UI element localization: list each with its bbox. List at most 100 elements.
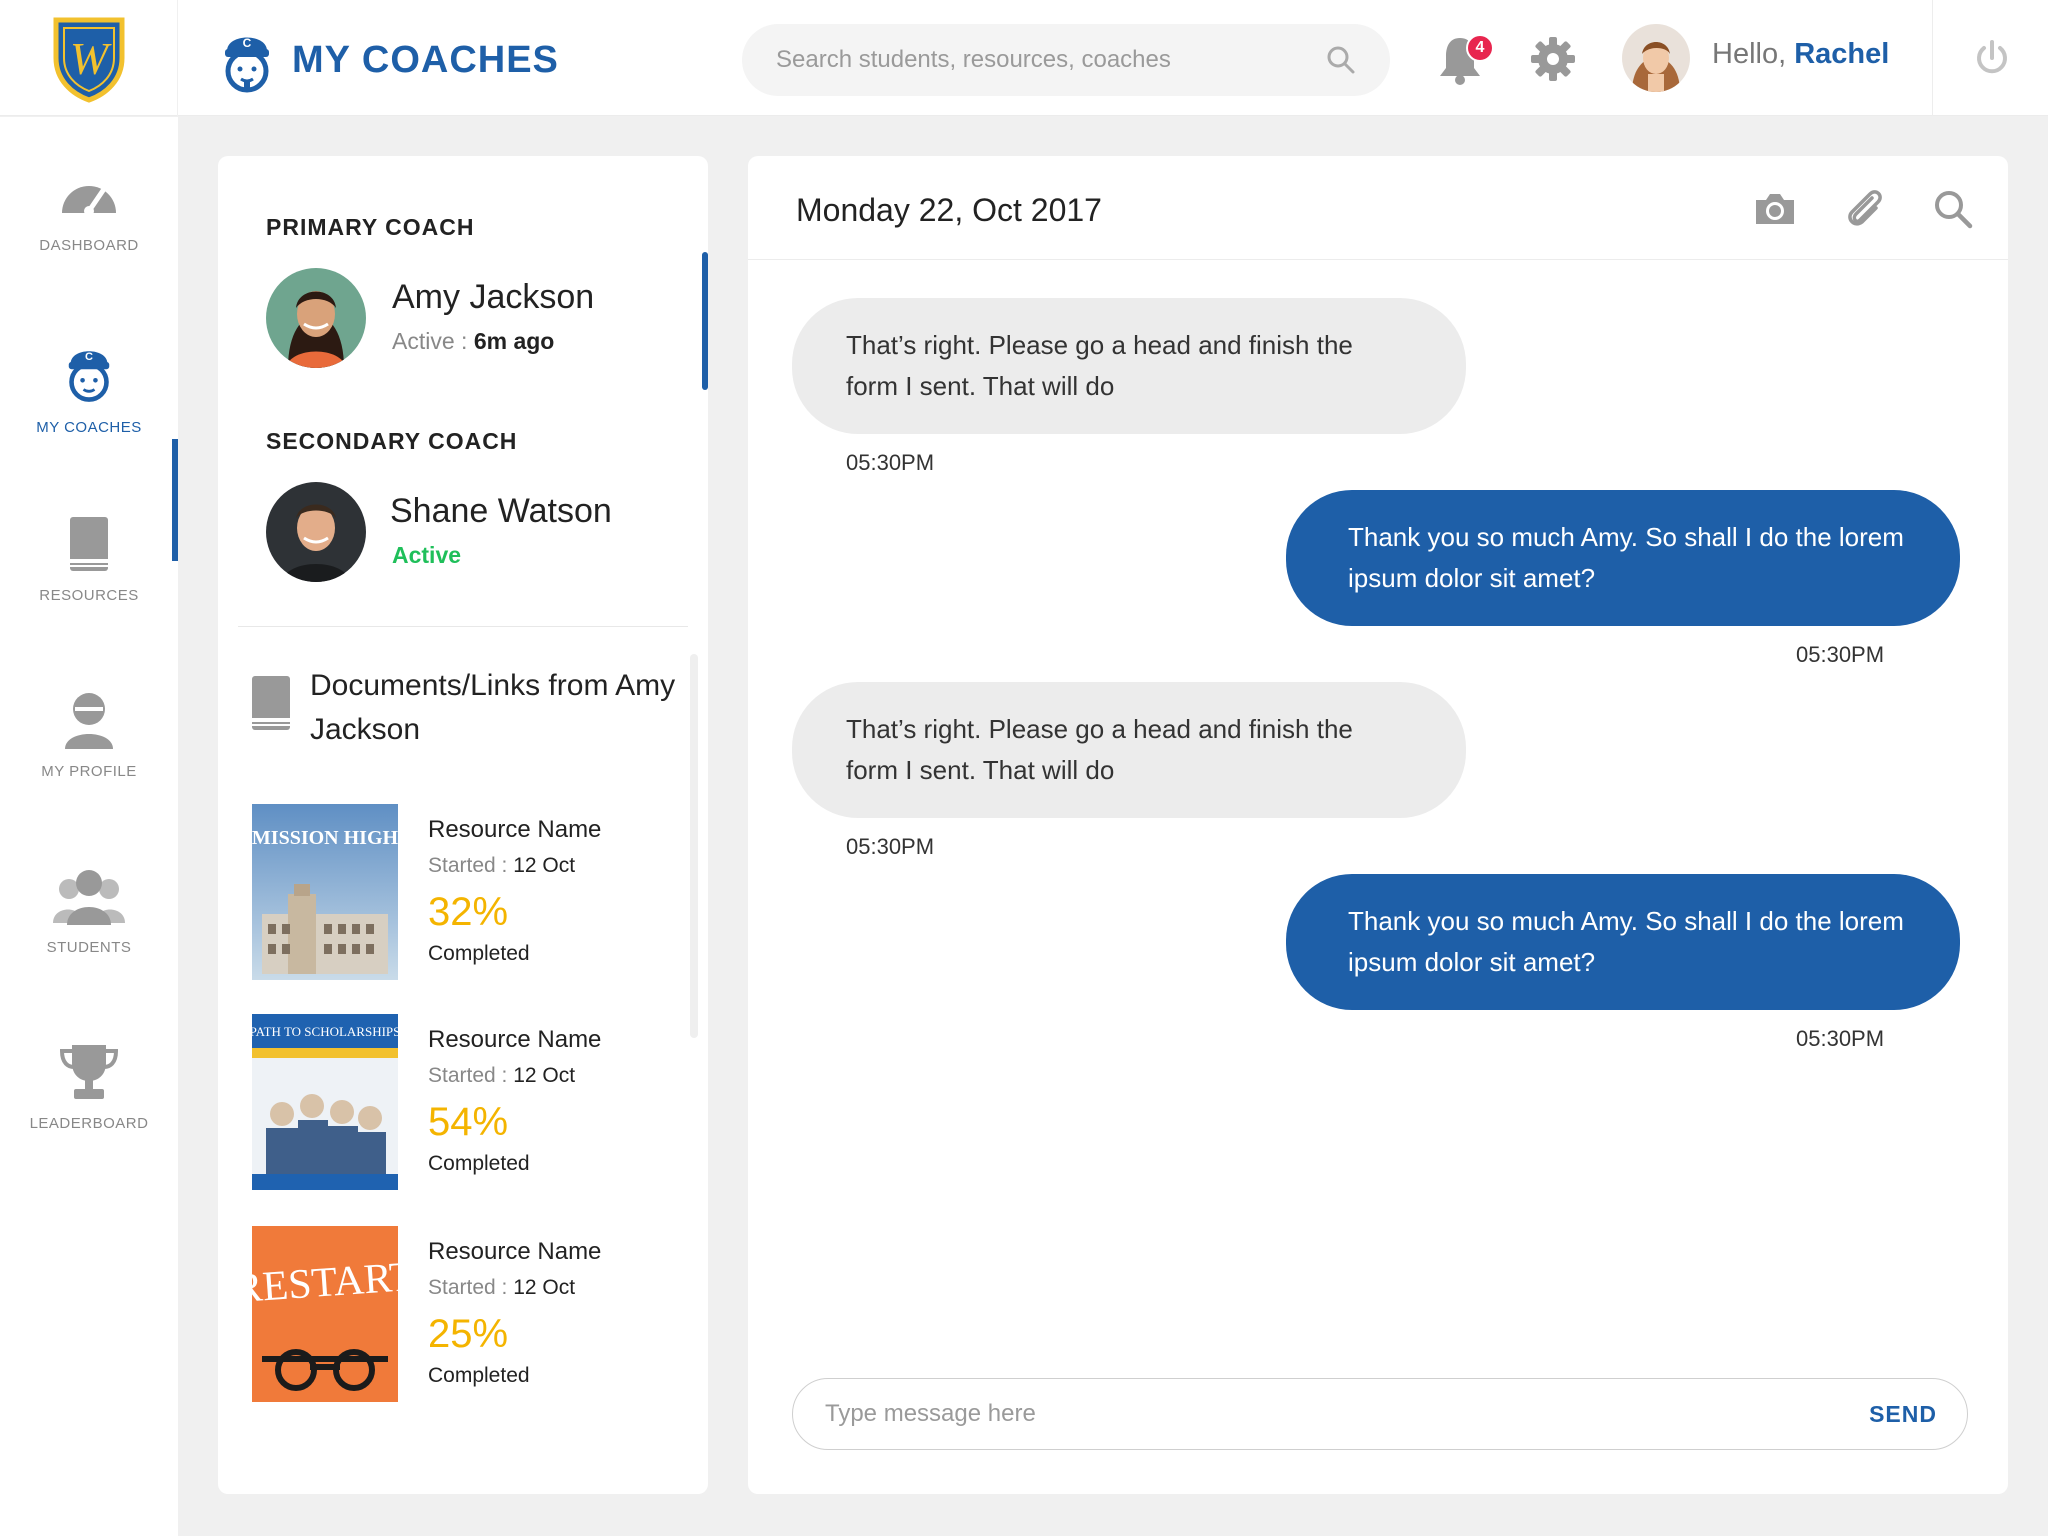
primary-coach-name[interactable]: Amy Jackson bbox=[392, 278, 594, 317]
sidebar-item-label: LEADERBOARD bbox=[29, 1115, 149, 1132]
svg-text:C: C bbox=[85, 351, 93, 363]
secondary-coach-photo bbox=[266, 482, 366, 582]
user-avatar-image bbox=[1622, 24, 1690, 92]
documents-book-icon bbox=[252, 676, 290, 730]
started-date: 12 Oct bbox=[513, 1064, 576, 1087]
svg-text:W: W bbox=[69, 33, 111, 84]
coach-icon: C bbox=[68, 351, 110, 402]
book-cover-image: RESTART bbox=[252, 1226, 398, 1402]
primary-coach-status: Active : 6m ago bbox=[392, 328, 554, 355]
primary-coach-label: PRIMARY COACH bbox=[266, 214, 475, 240]
resource-status: Completed bbox=[428, 1152, 530, 1175]
user-name[interactable]: Rachel bbox=[1794, 38, 1889, 70]
sidebar-active-indicator bbox=[172, 439, 178, 561]
sidebar-item-resources[interactable]: RESOURCES bbox=[0, 505, 178, 645]
resource-cover: RESTART bbox=[252, 1226, 398, 1402]
sidebar-nav: DASHBOARD C MY COACHES RESOURCES MY PROF… bbox=[0, 117, 178, 1536]
book-icon bbox=[70, 517, 108, 571]
message-composer: SEND bbox=[792, 1378, 1968, 1450]
page-header: C MY COACHES bbox=[222, 24, 559, 96]
resource-name[interactable]: Resource Name bbox=[428, 1238, 601, 1266]
message-input[interactable] bbox=[825, 1400, 1870, 1428]
resource-status: Completed bbox=[428, 1364, 530, 1387]
trophy-icon bbox=[59, 1045, 119, 1099]
book-cover-image: MISSION HIGH bbox=[252, 804, 398, 980]
send-button[interactable]: SEND bbox=[1869, 1401, 1937, 1428]
power-logout-icon[interactable] bbox=[1972, 38, 2012, 78]
svg-text:C: C bbox=[243, 36, 252, 50]
notification-badge: 4 bbox=[1466, 34, 1494, 62]
secondary-coach-avatar[interactable] bbox=[266, 482, 366, 582]
primary-coach-avatar[interactable] bbox=[266, 268, 366, 368]
chat-search-icon[interactable] bbox=[1930, 186, 1976, 232]
sidebar-item-my-profile[interactable]: MY PROFILE bbox=[0, 681, 178, 821]
documents-scrollbar[interactable] bbox=[690, 654, 698, 1038]
sidebar-item-dashboard[interactable]: DASHBOARD bbox=[0, 157, 178, 297]
message-bubble-incoming: That’s right. Please go a head and finis… bbox=[792, 298, 1466, 434]
app-logo[interactable]: W bbox=[0, 0, 178, 116]
attachment-paperclip-icon[interactable] bbox=[1842, 186, 1888, 232]
message-timestamp: 05:30PM bbox=[1796, 642, 1885, 667]
sidebar-item-my-coaches[interactable]: C MY COACHES bbox=[0, 329, 178, 469]
started-date: 12 Oct bbox=[513, 854, 576, 877]
resource-cover: MISSION HIGH bbox=[252, 804, 398, 980]
secondary-coach-name[interactable]: Shane Watson bbox=[390, 492, 612, 531]
greeting-text: Hello, bbox=[1712, 38, 1795, 70]
message-timestamp: 05:30PM bbox=[846, 450, 935, 475]
sidebar-item-label: MY COACHES bbox=[36, 419, 142, 436]
top-bar: W C MY COACHES 4 bbox=[0, 0, 2048, 116]
primary-coach-photo bbox=[266, 268, 366, 368]
user-avatar[interactable] bbox=[1622, 24, 1690, 92]
status-last-active: 6m ago bbox=[473, 328, 555, 354]
global-search[interactable] bbox=[742, 24, 1390, 96]
chat-date: Monday 22, Oct 2017 bbox=[796, 192, 1102, 228]
sidebar-item-label: DASHBOARD bbox=[39, 237, 139, 254]
sidebar-item-leaderboard[interactable]: LEADERBOARD bbox=[0, 1033, 178, 1173]
resource-item[interactable]: RESTART Resource Name Started : 12 Oct 2… bbox=[252, 1226, 672, 1402]
resource-cover: PATH TO SCHOLARSHIPS bbox=[252, 1014, 398, 1190]
message-bubble-outgoing: Thank you so much Amy. So shall I do the… bbox=[1286, 874, 1960, 1010]
user-greeting: Hello, Rachel bbox=[1712, 38, 1889, 71]
chat-panel: Monday 22, Oct 2017 That’s right. Please… bbox=[748, 156, 2008, 1494]
cover-title: PATH TO SCHOLARSHIPS bbox=[252, 1024, 398, 1039]
top-divider bbox=[1932, 0, 1933, 116]
panel-divider bbox=[238, 626, 688, 627]
sidebar-item-label: STUDENTS bbox=[46, 939, 132, 956]
resource-name[interactable]: Resource Name bbox=[428, 816, 601, 844]
coach-mascot-icon: C bbox=[225, 36, 269, 93]
resource-started: Started : 12 Oct bbox=[428, 854, 575, 878]
started-date: 12 Oct bbox=[513, 1276, 576, 1299]
resource-status: Completed bbox=[428, 942, 530, 965]
profile-icon bbox=[65, 693, 113, 749]
resource-started: Started : 12 Oct bbox=[428, 1064, 575, 1088]
status-prefix: Active : bbox=[392, 328, 474, 354]
cover-title: MISSION HIGH bbox=[252, 827, 398, 849]
students-icon bbox=[53, 870, 125, 925]
message-timestamp: 05:30PM bbox=[846, 834, 935, 859]
book-cover-image: PATH TO SCHOLARSHIPS bbox=[252, 1014, 398, 1190]
message-bubble-incoming: That’s right. Please go a head and finis… bbox=[792, 682, 1466, 818]
search-input[interactable] bbox=[776, 46, 1326, 74]
documents-heading: Documents/Links from Amy Jackson bbox=[310, 669, 676, 746]
sidebar-item-label: MY PROFILE bbox=[41, 763, 137, 780]
page-title: MY COACHES bbox=[292, 38, 559, 81]
sidebar-item-label: RESOURCES bbox=[39, 587, 139, 604]
coaches-panel: PRIMARY COACH Amy Jackson Active : 6m ag… bbox=[218, 156, 708, 1494]
search-icon[interactable] bbox=[1326, 45, 1356, 75]
resource-item[interactable]: PATH TO SCHOLARSHIPS Resource Name Start… bbox=[252, 1014, 672, 1190]
resource-percent: 32% bbox=[428, 890, 509, 934]
secondary-coach-label: SECONDARY COACH bbox=[266, 428, 518, 454]
sidebar-item-students[interactable]: STUDENTS bbox=[0, 857, 178, 997]
dashboard-gauge-icon bbox=[62, 185, 116, 216]
coach-scroll-indicator[interactable] bbox=[702, 252, 708, 390]
resource-item[interactable]: MISSION HIGH Resource Name Started : 12 … bbox=[252, 804, 672, 980]
started-prefix: Started : bbox=[428, 1064, 514, 1087]
message-timestamp: 05:30PM bbox=[1796, 1026, 1885, 1051]
message-bubble-outgoing: Thank you so much Amy. So shall I do the… bbox=[1286, 490, 1960, 626]
camera-icon[interactable] bbox=[1752, 186, 1798, 232]
resource-name[interactable]: Resource Name bbox=[428, 1026, 601, 1054]
gear-icon[interactable] bbox=[1530, 36, 1576, 82]
resource-started: Started : 12 Oct bbox=[428, 1276, 575, 1300]
started-prefix: Started : bbox=[428, 854, 514, 877]
chat-header: Monday 22, Oct 2017 bbox=[748, 156, 2008, 260]
